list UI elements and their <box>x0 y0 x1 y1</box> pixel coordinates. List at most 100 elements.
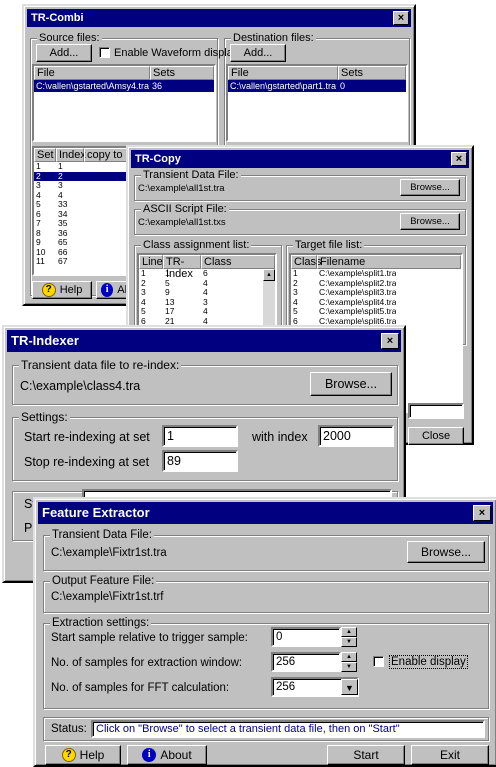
list-item[interactable]: 2 5 4 <box>139 279 275 289</box>
title-bar[interactable]: Feature Extractor × <box>38 502 493 524</box>
list-cell: 3 <box>36 181 41 190</box>
list-cell: 2 <box>58 171 63 181</box>
with-index-input[interactable]: 2000 <box>318 425 394 447</box>
list-cell: 7 <box>36 219 41 228</box>
exit-button[interactable]: Exit <box>411 745 489 765</box>
close-icon[interactable]: × <box>473 505 491 521</box>
start-sample-input[interactable]: 0 <box>271 627 341 647</box>
destination-file-list[interactable]: File Sets C:\vallen\gstarted\part1.tra 0 <box>226 64 408 142</box>
help-icon: ? <box>41 283 56 297</box>
list-cell: 4 <box>203 278 208 288</box>
source-file-list[interactable]: File Sets C:\vallen\gstarted\Amsy4.tra 36 <box>32 64 216 142</box>
window-title: TR-Combi <box>31 12 84 24</box>
list-cell: 6 <box>203 269 208 278</box>
list-cell: 4 <box>293 297 298 307</box>
list-cell: 3 <box>293 288 298 297</box>
add-source-button[interactable]: Add... <box>36 44 92 62</box>
list-item[interactable]: 2 C:\example\split2.tra <box>291 279 461 289</box>
list-cell: 4 <box>203 307 208 316</box>
stop-set-input[interactable]: 89 <box>162 450 238 472</box>
list-cell: 3 <box>141 288 146 297</box>
enable-display-checkbox[interactable] <box>373 656 384 667</box>
list-cell: 3 <box>203 297 208 307</box>
list-cell: 1 <box>165 269 170 278</box>
col-file[interactable]: File <box>34 66 150 80</box>
close-icon[interactable]: × <box>393 11 409 25</box>
col-filename[interactable]: Filename <box>317 255 461 269</box>
list-cell: 9 <box>165 288 170 297</box>
list-cell: 10 <box>36 247 46 257</box>
waveform-checkbox[interactable] <box>99 47 110 58</box>
close-icon[interactable]: × <box>451 152 467 166</box>
title-bar[interactable]: TR-Copy × <box>131 150 469 168</box>
start-set-input[interactable]: 1 <box>162 425 238 447</box>
col-class[interactable]: Class <box>291 255 322 269</box>
list-cell: 33 <box>58 200 68 209</box>
list-cell: 4 <box>141 297 146 307</box>
list-cell: 36 <box>58 228 68 238</box>
col-index[interactable]: Index <box>56 148 86 162</box>
title-bar[interactable]: TR-Indexer × <box>7 330 401 352</box>
list-cell: 5 <box>293 307 298 316</box>
list-cell: 4 <box>58 190 63 200</box>
list-item[interactable]: 4 13 3 <box>139 298 275 308</box>
list-cell: 13 <box>165 297 175 307</box>
window-samples-input[interactable]: 256 <box>271 652 341 672</box>
group-label: Output Feature File: <box>50 575 157 587</box>
col-class[interactable]: Class <box>201 255 275 269</box>
close-button[interactable]: Close <box>408 427 464 445</box>
close-icon[interactable]: × <box>381 333 399 349</box>
with-index-label: with index <box>252 430 308 444</box>
list-cell: 34 <box>58 209 68 219</box>
add-destination-button[interactable]: Add... <box>230 44 286 62</box>
list-item[interactable]: C:\vallen\gstarted\part1.tra 0 <box>228 80 406 92</box>
title-bar[interactable]: TR-Combi × <box>27 9 411 27</box>
status-field: Click on "Browse" to select a transient … <box>91 720 485 738</box>
group-label: Destination files: <box>231 32 316 44</box>
list-item[interactable]: C:\vallen\gstarted\Amsy4.tra 36 <box>34 80 214 92</box>
col-file[interactable]: File <box>228 66 338 80</box>
chevron-down-icon[interactable]: ▼ <box>341 679 358 695</box>
browse-button[interactable]: Browse... <box>407 541 485 563</box>
group-label: Class assignment list: <box>141 239 252 251</box>
window-title: TR-Indexer <box>11 333 79 348</box>
browse-button[interactable]: Browse... <box>310 372 392 396</box>
list-item[interactable]: 4 C:\example\split4.tra <box>291 298 461 308</box>
output-feature-file-value: C:\example\Fixtr1st.trf <box>51 591 164 603</box>
list-item[interactable]: 3 9 4 <box>139 288 275 298</box>
help-button[interactable]: ? Help <box>32 281 92 299</box>
window-samples-stepper[interactable]: ▲ ▼ <box>341 652 357 672</box>
list-cell: 11 <box>36 257 45 266</box>
start-sample-label: Start sample relative to trigger sample: <box>51 632 248 644</box>
list-cell: 5 <box>36 200 41 209</box>
col-line[interactable]: Line <box>139 255 163 269</box>
list-item[interactable]: 3 C:\example\split3.tra <box>291 288 461 298</box>
about-button[interactable]: i About <box>127 745 207 765</box>
list-cell: 8 <box>36 228 41 238</box>
stop-label: Stop re-indexing at set <box>24 455 150 469</box>
browse-button[interactable]: Browse... <box>400 179 460 196</box>
list-item[interactable]: 5 C:\example\split5.tra <box>291 307 461 317</box>
group-label: Target file list: <box>293 239 365 251</box>
list-cell: 4 <box>203 288 208 297</box>
list-cell: C:\example\split3.tra <box>319 288 397 297</box>
col-tr-index[interactable]: TR-Index <box>163 255 201 280</box>
list-cell: 17 <box>165 307 175 316</box>
list-cell: 1 <box>141 269 146 278</box>
list-cell: 65 <box>58 238 68 247</box>
help-button[interactable]: ? Help <box>45 745 121 765</box>
start-sample-stepper[interactable]: ▲ ▼ <box>341 627 357 647</box>
list-cell: 5 <box>165 278 170 288</box>
list-item[interactable]: 1 C:\example\split1.tra <box>291 269 461 279</box>
start-button[interactable]: Start <box>327 745 405 765</box>
list-item[interactable]: 5 17 4 <box>139 307 275 317</box>
col-sets[interactable]: Sets <box>150 66 214 80</box>
window-samples-label: No. of samples for extraction window: <box>51 657 243 669</box>
browse-button-2[interactable]: Browse... <box>400 213 460 230</box>
list-cell: 4 <box>36 190 41 200</box>
col-sets[interactable]: Sets <box>338 66 406 80</box>
list-item[interactable]: 1 1 6 <box>139 269 275 279</box>
col-set[interactable]: Set <box>34 148 56 162</box>
group-label: Transient data file to re-index: <box>19 358 182 372</box>
enable-display-label: Enable display <box>389 655 468 669</box>
